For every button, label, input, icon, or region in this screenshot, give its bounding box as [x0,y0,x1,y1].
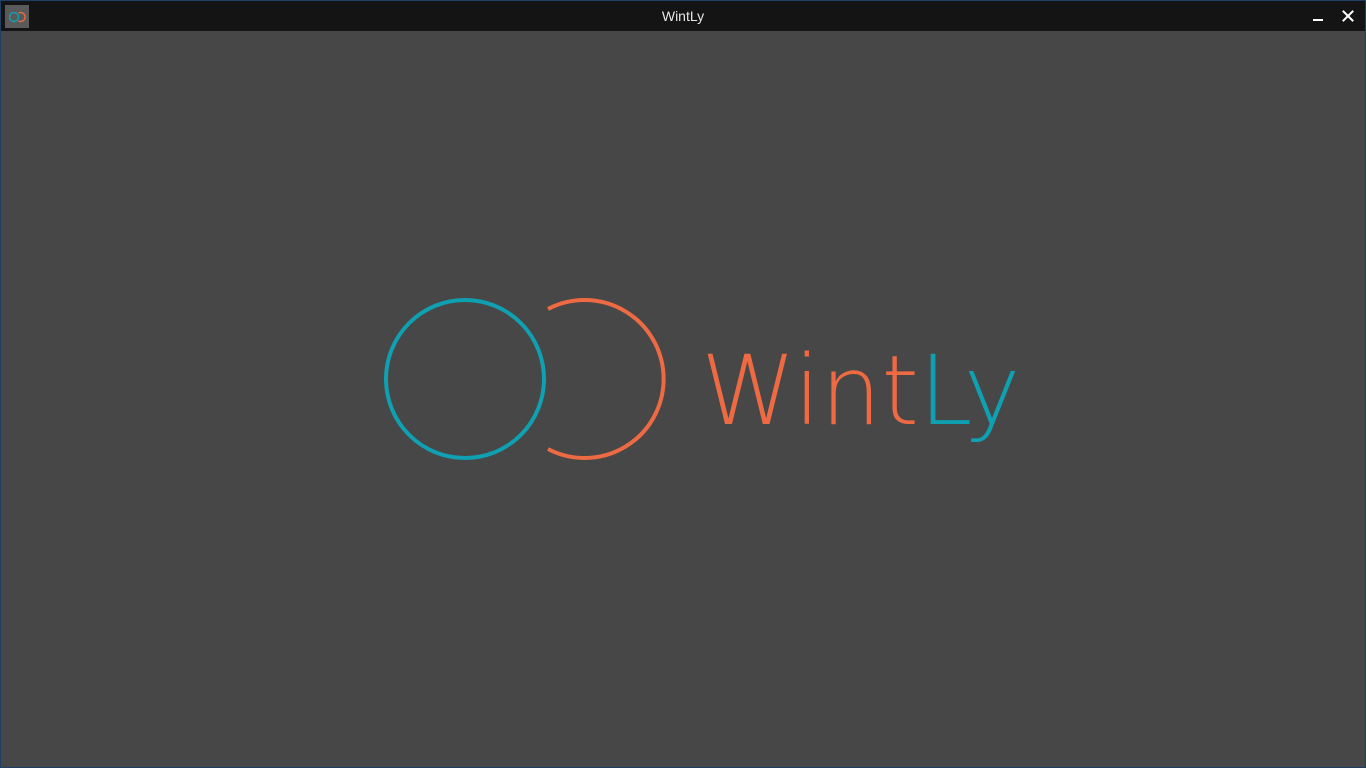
wintly-logo-mark [384,298,666,460]
wordmark-wint: Wint [701,335,919,447]
title-bar[interactable]: WintLy [1,0,1365,31]
teal-circle [384,298,546,460]
minimize-button[interactable] [1305,3,1331,29]
app-window: WintLy WintLy [0,0,1366,768]
close-icon [1342,10,1354,22]
splash-content: WintLy [1,31,1365,767]
close-button[interactable] [1335,3,1361,29]
wordmark-ly: Ly [918,335,1021,447]
window-title: WintLy [661,8,705,24]
orange-arc [547,298,666,460]
wordmark: WintLy [701,331,1020,451]
minimize-icon [1313,19,1323,21]
